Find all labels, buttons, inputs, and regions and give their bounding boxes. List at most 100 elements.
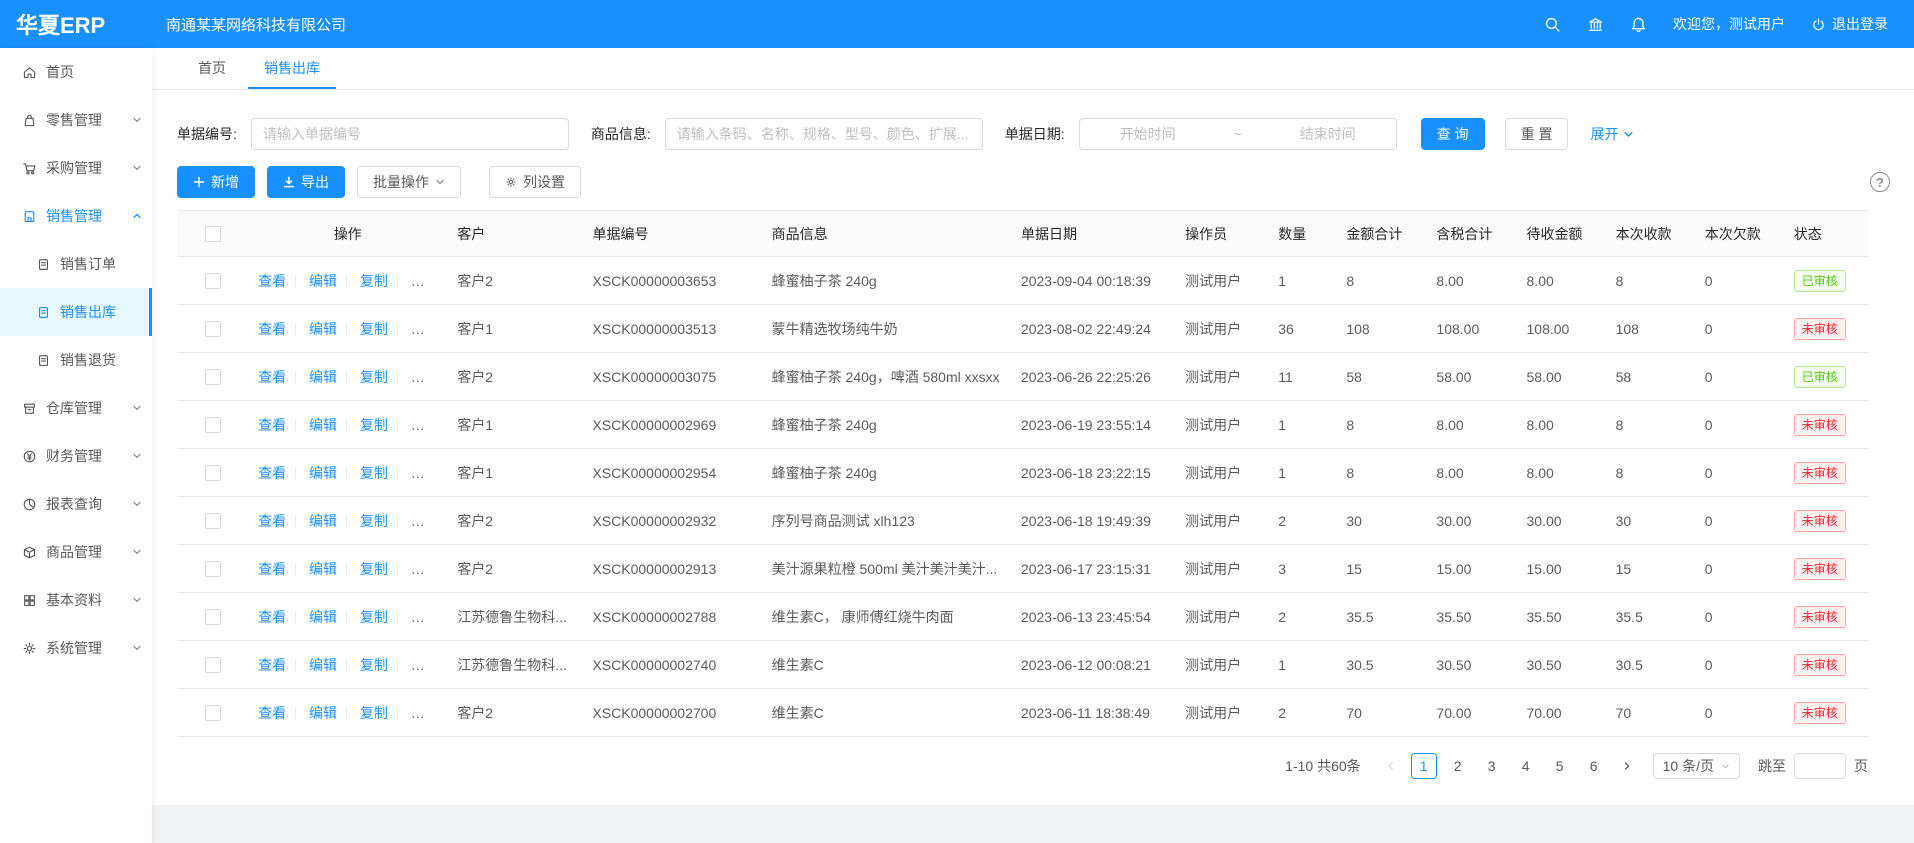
copy-link[interactable]: 复制	[360, 417, 388, 433]
edit-link[interactable]: 编辑	[309, 657, 337, 673]
row-checkbox[interactable]	[205, 513, 221, 529]
expand-link[interactable]: 展开	[1590, 124, 1634, 144]
row-checkbox[interactable]	[205, 657, 221, 673]
column-settings-button[interactable]: 列设置	[489, 166, 581, 198]
page-button[interactable]: 2	[1445, 753, 1471, 779]
copy-link[interactable]: 复制	[360, 513, 388, 529]
table-row: 查看 编辑 复制 删除 江苏德鲁生物科... XSCK00000002788 维…	[177, 593, 1868, 641]
edit-link[interactable]: 编辑	[309, 369, 337, 385]
next-page-button[interactable]	[1615, 753, 1639, 779]
page-button[interactable]: 6	[1581, 753, 1607, 779]
page-button[interactable]: 1	[1411, 753, 1437, 779]
delete-link[interactable]: 删除	[411, 321, 439, 337]
view-link[interactable]: 查看	[258, 321, 286, 337]
delete-link[interactable]: 删除	[411, 417, 439, 433]
sidebar-item-finance[interactable]: 财务管理	[0, 432, 152, 480]
sidebar-item-goods[interactable]: 商品管理	[0, 528, 152, 576]
row-checkbox[interactable]	[205, 465, 221, 481]
edit-link[interactable]: 编辑	[309, 465, 337, 481]
row-checkbox[interactable]	[205, 273, 221, 289]
row-checkbox[interactable]	[205, 561, 221, 577]
row-checkbox[interactable]	[205, 417, 221, 433]
delete-link[interactable]: 删除	[411, 657, 439, 673]
copy-link[interactable]: 复制	[360, 369, 388, 385]
delete-link[interactable]: 删除	[411, 369, 439, 385]
search-icon[interactable]	[1544, 16, 1561, 33]
sidebar-item-report[interactable]: 报表查询	[0, 480, 152, 528]
delete-link[interactable]: 删除	[411, 513, 439, 529]
view-link[interactable]: 查看	[258, 465, 286, 481]
add-button[interactable]: 新增	[177, 166, 255, 198]
edit-link[interactable]: 编辑	[309, 705, 337, 721]
help-icon[interactable]	[1870, 172, 1890, 192]
bank-icon[interactable]	[1587, 16, 1604, 33]
delete-link[interactable]: 删除	[411, 705, 439, 721]
tab-home[interactable]: 首页	[182, 48, 242, 89]
sidebar-item-sales-order[interactable]: 销售订单	[0, 240, 152, 288]
copy-link[interactable]: 复制	[360, 705, 388, 721]
page-button[interactable]: 3	[1479, 753, 1505, 779]
qty-cell: 1	[1268, 449, 1336, 497]
select-all-checkbox[interactable]	[205, 226, 221, 242]
row-checkbox[interactable]	[205, 369, 221, 385]
view-link[interactable]: 查看	[258, 657, 286, 673]
row-checkbox[interactable]	[205, 705, 221, 721]
search-button[interactable]: 查 询	[1421, 118, 1485, 150]
product-info-input[interactable]	[665, 118, 983, 150]
sidebar-item-basic[interactable]: 基本资料	[0, 576, 152, 624]
edit-link[interactable]: 编辑	[309, 273, 337, 289]
export-button[interactable]: 导出	[267, 166, 345, 198]
row-checkbox[interactable]	[205, 609, 221, 625]
copy-link[interactable]: 复制	[360, 657, 388, 673]
copy-link[interactable]: 复制	[360, 561, 388, 577]
bell-icon[interactable]	[1630, 16, 1647, 33]
chevron-down-icon	[132, 643, 142, 653]
row-actions-cell: 查看 编辑 复制 删除	[248, 449, 447, 497]
edit-link[interactable]: 编辑	[309, 513, 337, 529]
prev-page-button[interactable]	[1379, 753, 1403, 779]
copy-link[interactable]: 复制	[360, 465, 388, 481]
welcome-text: 欢迎您，测试用户	[1673, 14, 1785, 34]
page-button[interactable]: 5	[1547, 753, 1573, 779]
batch-operations-button[interactable]: 批量操作	[357, 166, 461, 198]
date-range-input[interactable]: 开始时间 ~ 结束时间	[1079, 118, 1397, 150]
delete-link[interactable]: 删除	[411, 465, 439, 481]
sidebar-menu: 首页 零售管理 采购管理 销售管理 销售订单 销售出库 销售退货 仓库管理 财务…	[0, 48, 152, 672]
edit-link[interactable]: 编辑	[309, 417, 337, 433]
sidebar-item-warehouse[interactable]: 仓库管理	[0, 384, 152, 432]
doc-no-input[interactable]	[251, 118, 569, 150]
sidebar-item-retail[interactable]: 零售管理	[0, 96, 152, 144]
jump-input[interactable]	[1794, 753, 1846, 779]
sidebar-item-sales-outbound[interactable]: 销售出库	[0, 288, 152, 336]
sidebar-item-sales-return[interactable]: 销售退货	[0, 336, 152, 384]
delete-link[interactable]: 删除	[411, 609, 439, 625]
chevron-down-icon	[132, 595, 142, 605]
copy-link[interactable]: 复制	[360, 321, 388, 337]
delete-link[interactable]: 删除	[411, 273, 439, 289]
view-link[interactable]: 查看	[258, 561, 286, 577]
delete-link[interactable]: 删除	[411, 561, 439, 577]
sidebar-item-sales[interactable]: 销售管理	[0, 192, 152, 240]
sidebar-item-purchase[interactable]: 采购管理	[0, 144, 152, 192]
copy-link[interactable]: 复制	[360, 273, 388, 289]
tab-sales-outbound[interactable]: 销售出库	[248, 48, 336, 89]
view-link[interactable]: 查看	[258, 417, 286, 433]
edit-link[interactable]: 编辑	[309, 321, 337, 337]
row-actions-cell: 查看 编辑 复制 删除	[248, 545, 447, 593]
page-size-select[interactable]: 10 条/页	[1653, 753, 1740, 779]
view-link[interactable]: 查看	[258, 369, 286, 385]
view-link[interactable]: 查看	[258, 273, 286, 289]
view-link[interactable]: 查看	[258, 513, 286, 529]
edit-link[interactable]: 编辑	[309, 609, 337, 625]
view-link[interactable]: 查看	[258, 705, 286, 721]
sidebar-item-home[interactable]: 首页	[0, 48, 152, 96]
copy-link[interactable]: 复制	[360, 609, 388, 625]
app-logo[interactable]: 华夏ERP	[0, 8, 152, 40]
row-checkbox[interactable]	[205, 321, 221, 337]
view-link[interactable]: 查看	[258, 609, 286, 625]
page-button[interactable]: 4	[1513, 753, 1539, 779]
edit-link[interactable]: 编辑	[309, 561, 337, 577]
logout-button[interactable]: 退出登录	[1811, 14, 1888, 34]
sidebar-item-system[interactable]: 系统管理	[0, 624, 152, 672]
reset-button[interactable]: 重 置	[1505, 118, 1569, 150]
